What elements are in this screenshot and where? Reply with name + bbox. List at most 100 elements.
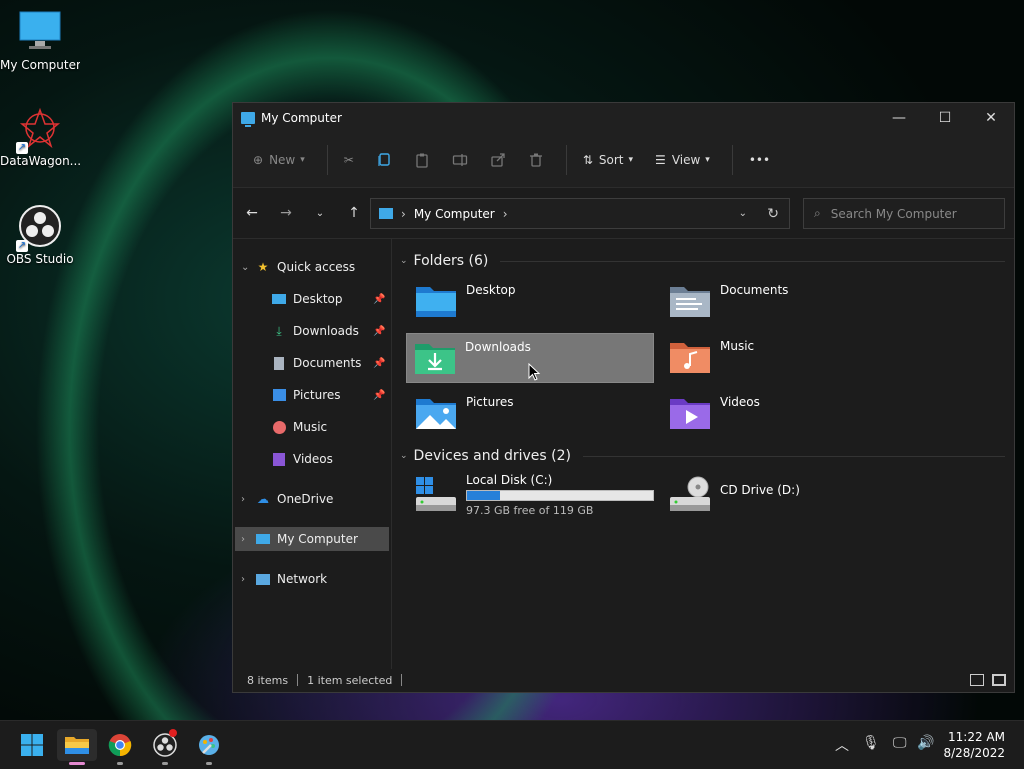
sidebar-item-documents[interactable]: Documents 📌 (271, 351, 389, 375)
selection-count: 1 item selected (307, 673, 393, 687)
arrow-right-icon: → (280, 205, 292, 221)
taskbar-chrome[interactable] (100, 729, 140, 765)
cloud-icon: ☁ (257, 492, 269, 506)
sidebar-item-downloads[interactable]: ⤓ Downloads 📌 (271, 319, 389, 343)
tiles-view-icon[interactable] (992, 674, 1006, 686)
paste-button[interactable] (406, 144, 438, 176)
window-title: My Computer (261, 111, 342, 125)
volume-icon[interactable]: 🔊 (917, 735, 934, 751)
sidebar-item-videos[interactable]: Videos (271, 447, 389, 471)
rename-button[interactable] (444, 144, 476, 176)
clock-time: 11:22 AM (948, 730, 1005, 744)
toolbar-divider (731, 145, 733, 175)
folder-tile-pictures[interactable]: Pictures (408, 389, 656, 439)
folder-tile-documents[interactable]: Documents (662, 277, 910, 327)
view-button[interactable]: ☰ View ▾ (647, 144, 718, 176)
cut-button[interactable]: ✂ (336, 144, 362, 176)
desktop-icon-obs-studio[interactable]: ↗ OBS Studio (0, 204, 80, 266)
sidebar-item-music[interactable]: Music (271, 415, 389, 439)
chevron-down-icon[interactable]: ⌄ (400, 451, 408, 461)
mouse-cursor-icon (528, 363, 541, 381)
desktop-folder-icon (271, 291, 287, 307)
breadcrumb-separator-icon: › (502, 206, 508, 221)
chevron-down-icon[interactable]: ⌄ (241, 262, 255, 273)
desktop-icon-datawagon[interactable]: ↗ DataWagon... (0, 106, 80, 168)
sidebar-label: Network (277, 572, 328, 586)
folder-tile-desktop[interactable]: Desktop (408, 277, 656, 327)
video-icon (271, 451, 287, 467)
folder-tile-videos[interactable]: Videos (662, 389, 910, 439)
start-button[interactable] (12, 729, 52, 761)
sidebar-onedrive[interactable]: › ☁ OneDrive (241, 487, 389, 511)
status-divider (401, 674, 403, 686)
folder-tile-music[interactable]: Music (662, 333, 910, 383)
running-indicator (117, 762, 123, 765)
arrow-up-icon: ↑ (348, 205, 360, 221)
details-view-icon[interactable] (970, 674, 984, 686)
maximize-button[interactable]: ☐ (922, 103, 968, 133)
sidebar-quick-access[interactable]: ⌄ ★ Quick access (241, 255, 389, 279)
chevron-down-icon: ▾ (628, 155, 634, 165)
group-title: Devices and drives (2) (413, 448, 571, 464)
copy-button[interactable] (368, 144, 400, 176)
share-button[interactable] (482, 144, 514, 176)
desktop-icon-label: DataWagon... (0, 154, 80, 168)
folders-group-header[interactable]: ⌄ Folders (6) (400, 253, 1005, 269)
breadcrumb-separator-icon: › (401, 206, 406, 221)
address-dropdown-icon[interactable]: ⌄ (739, 208, 747, 219)
sort-button[interactable]: ⇅ Sort ▾ (575, 144, 641, 176)
new-label: New (269, 153, 296, 167)
forward-button[interactable]: → (271, 198, 301, 228)
pin-icon: 📌 (373, 357, 386, 369)
recent-locations-button[interactable]: ⌄ (305, 198, 335, 228)
chevron-right-icon[interactable]: › (241, 494, 255, 505)
more-options-button[interactable]: ••• (741, 144, 778, 176)
microphone-icon[interactable]: 🎙 (862, 735, 880, 751)
network-status-icon[interactable]: 🖵 (893, 735, 907, 751)
delete-button[interactable] (520, 144, 552, 176)
close-button[interactable]: ✕ (968, 103, 1014, 133)
drives-group-header[interactable]: ⌄ Devices and drives (2) (400, 448, 1005, 464)
sidebar-network[interactable]: › Network (241, 567, 389, 591)
trash-icon (529, 153, 542, 167)
sidebar-label: Downloads (293, 324, 359, 338)
desktop-icon-my-computer[interactable]: My Computer (0, 10, 80, 72)
address-bar[interactable]: › My Computer › ⌄ ↻ (370, 198, 790, 229)
sidebar-item-pictures[interactable]: Pictures 📌 (271, 383, 389, 407)
search-box[interactable]: ⌕ Search My Computer (803, 198, 1005, 229)
paint-icon (199, 735, 219, 755)
sidebar-label: Music (293, 420, 328, 434)
show-hidden-icons-chevron-icon[interactable]: ︿ (835, 735, 849, 755)
minimize-button[interactable]: — (876, 103, 922, 133)
sidebar-label: OneDrive (277, 492, 334, 506)
document-icon (271, 355, 287, 371)
new-button[interactable]: ⊕ New ▾ (245, 144, 313, 176)
up-button[interactable]: ↑ (339, 198, 369, 228)
sidebar-label: Pictures (293, 388, 341, 402)
title-bar[interactable]: My Computer — ☐ ✕ (233, 103, 1014, 133)
chevron-down-icon[interactable]: ⌄ (400, 256, 408, 266)
chevron-down-icon: ▾ (705, 155, 710, 165)
sidebar-my-computer[interactable]: › My Computer (235, 527, 389, 551)
back-button[interactable]: ← (237, 198, 267, 228)
sidebar-item-desktop[interactable]: Desktop 📌 (271, 287, 389, 311)
taskbar-file-explorer[interactable] (57, 729, 97, 765)
search-placeholder: Search My Computer (830, 206, 957, 221)
refresh-icon[interactable]: ↻ (767, 206, 779, 222)
system-clock[interactable]: 11:22 AM 8/28/2022 (943, 729, 1005, 761)
taskbar-obs[interactable] (145, 729, 185, 765)
file-explorer-window: My Computer — ☐ ✕ ⊕ New ▾ ✂ ⇅ Sort ▾ ☰ V… (232, 102, 1015, 693)
drive-tile-local-disk-c[interactable]: Local Disk (C:) 97.3 GB free of 119 GB (408, 471, 656, 523)
downloads-folder-icon (413, 338, 457, 378)
chevron-right-icon[interactable]: › (241, 534, 255, 545)
sidebar-label: Quick access (277, 260, 356, 274)
drive-tile-cd-drive-d[interactable]: CD Drive (D:) (662, 471, 910, 523)
breadcrumb-my-computer[interactable]: My Computer (414, 207, 495, 221)
running-indicator (162, 762, 168, 765)
desktop-icon-label: My Computer (0, 58, 80, 72)
chevron-down-icon: ⌄ (315, 207, 325, 219)
arrow-left-icon: ← (246, 205, 258, 221)
folder-name: Desktop (466, 283, 516, 297)
chevron-right-icon[interactable]: › (241, 574, 255, 585)
taskbar-paint[interactable] (189, 729, 229, 765)
